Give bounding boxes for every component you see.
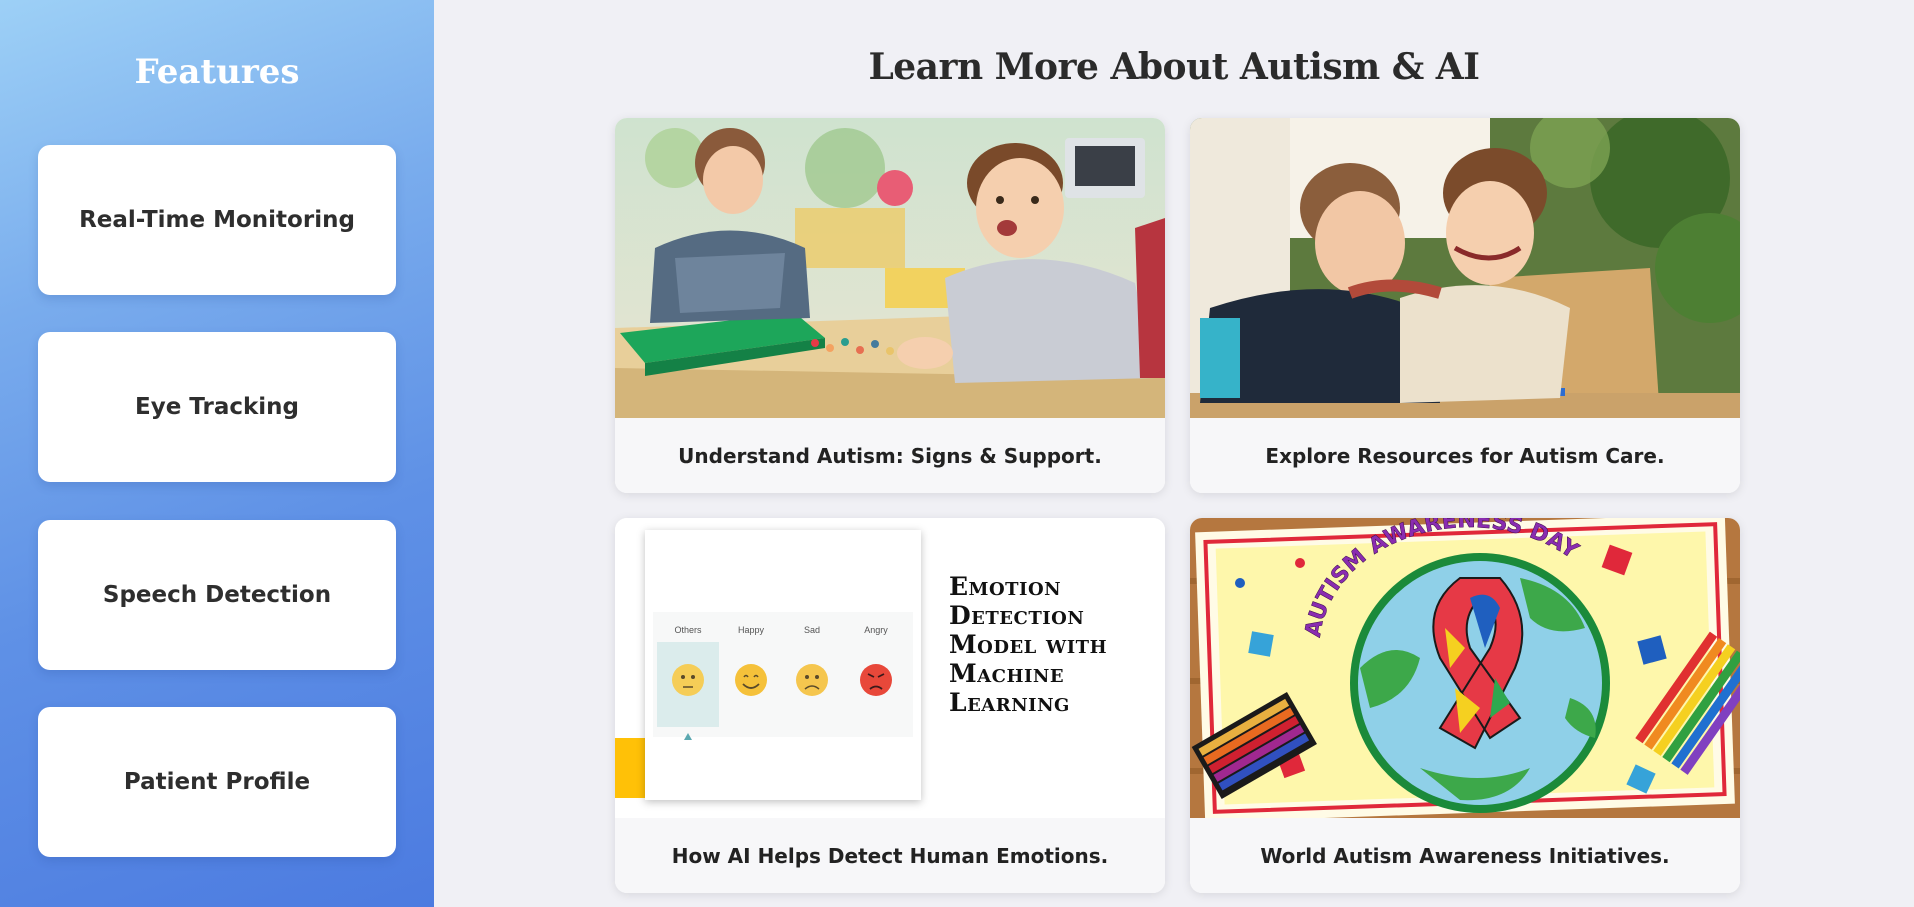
feature-card-label: Patient Profile xyxy=(123,769,311,795)
feature-card-speech-detection[interactable]: Speech Detection xyxy=(38,520,396,670)
feature-card-real-time-monitoring[interactable]: Real-Time Monitoring xyxy=(38,145,396,295)
features-sidebar: Features Real-Time Monitoring Eye Tracki… xyxy=(0,0,434,907)
card-image-awareness-poster: AUTISM AWARENESS DAY xyxy=(1190,518,1740,818)
card-autism-resources[interactable]: Explore Resources for Autism Care. xyxy=(1190,118,1740,493)
card-caption: World Autism Awareness Initiatives. xyxy=(1190,818,1740,893)
card-caption: Understand Autism: Signs & Support. xyxy=(615,418,1165,493)
emotion-heading: Emotion Detection Model with Machine Lea… xyxy=(949,572,1108,717)
neutral-face-icon xyxy=(672,664,704,696)
card-image-children-playing xyxy=(615,118,1165,418)
sad-face-icon xyxy=(796,664,828,696)
accent-bar xyxy=(615,738,645,798)
selection-indicator-icon xyxy=(684,733,692,740)
card-caption: How AI Helps Detect Human Emotions. xyxy=(615,818,1165,893)
feature-card-label: Real-Time Monitoring xyxy=(79,207,355,233)
feature-card-eye-tracking[interactable]: Eye Tracking xyxy=(38,332,396,482)
card-image-boys-hugging xyxy=(1190,118,1740,418)
feature-card-label: Speech Detection xyxy=(102,582,332,608)
happy-face-icon xyxy=(735,664,767,696)
card-world-autism-awareness[interactable]: AUTISM AWARENESS DAY World Autism Awaren… xyxy=(1190,518,1740,893)
card-caption: Explore Resources for Autism Care. xyxy=(1190,418,1740,493)
page-title: Learn More About Autism & AI xyxy=(868,46,1480,88)
emotion-demo-panel: Others Happy Sad Angry xyxy=(645,530,921,800)
card-image-emotion-detection: Others Happy Sad Angry Emotion Detection… xyxy=(615,518,1165,818)
sidebar-title: Features xyxy=(134,52,300,92)
feature-card-patient-profile[interactable]: Patient Profile xyxy=(38,707,396,857)
feature-card-label: Eye Tracking xyxy=(135,394,299,420)
card-ai-emotion-detection[interactable]: Others Happy Sad Angry Emotion Detection… xyxy=(615,518,1165,893)
card-understand-autism[interactable]: Understand Autism: Signs & Support. xyxy=(615,118,1165,493)
angry-face-icon xyxy=(860,664,892,696)
